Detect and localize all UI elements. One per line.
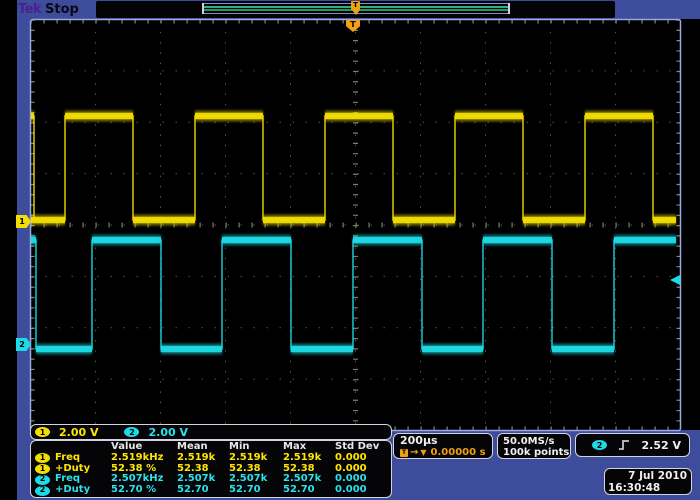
- measurement-mean: 52.70: [177, 485, 229, 496]
- measurement-value: 2.519kHz: [111, 453, 177, 464]
- delay-arrow-icon: →: [410, 447, 418, 459]
- channel-badge: 1: [35, 464, 50, 474]
- measurement-name: Freq: [55, 453, 80, 464]
- ch1-badge[interactable]: 1: [35, 427, 50, 437]
- ch1-scale-readout[interactable]: 2.00 V: [59, 426, 98, 439]
- channel-badge: 2: [35, 486, 50, 496]
- time-label: 16:30:48: [608, 482, 687, 494]
- sample-rate: 50.0MS/s: [503, 436, 570, 448]
- measurement-row: 1Freq2.519kHz2.519k2.519k2.519k0.000: [31, 453, 391, 464]
- trigger-level-arrow[interactable]: [670, 275, 680, 285]
- ch2-scale-readout[interactable]: 2.00 V: [148, 426, 187, 439]
- measurement-row: 2+Duty52.70 %52.7052.7052.700.000: [31, 485, 391, 496]
- trigger-slope-icon: [617, 438, 631, 452]
- measurement-value: 52.70 %: [111, 485, 177, 496]
- acquisition-readout[interactable]: 50.0MS/s 100k points: [497, 433, 571, 459]
- measurement-stddev: 0.000: [335, 485, 391, 496]
- trigger-level-value: 2.52 V: [642, 439, 681, 452]
- channel-badge: 2: [35, 475, 50, 485]
- record-length: 100k points: [503, 447, 570, 459]
- timebase-readout[interactable]: 200µs T → ▼ 0.00000 s: [393, 433, 493, 459]
- channel-scale-readout: 1 2.00 V 2 2.00 V: [30, 424, 392, 440]
- measurement-table: Value Mean Min Max Std Dev 1Freq2.519kHz…: [30, 440, 392, 498]
- trigger-t-icon: T: [400, 449, 408, 457]
- trigger-readout[interactable]: 2 2.52 V: [575, 433, 690, 457]
- ch2-badge[interactable]: 2: [124, 427, 139, 437]
- channel-badge: 1: [35, 453, 50, 463]
- trigger-source-badge: 2: [592, 440, 607, 450]
- measurement-min: 2.519k: [229, 453, 283, 464]
- measurement-min: 52.70: [229, 485, 283, 496]
- horizontal-position-readout: T → ▼ 0.00000 s: [400, 447, 492, 459]
- horizontal-position-value: 0.00000 s: [431, 447, 486, 459]
- measurement-max: 52.70: [283, 485, 335, 496]
- timebase-scale: 200µs: [400, 435, 492, 447]
- delay-marker-icon: ▼: [420, 447, 426, 459]
- date-label: 7 Jul 2010: [608, 470, 687, 482]
- measurement-max: 2.519k: [283, 453, 335, 464]
- measurement-mean: 2.519k: [177, 453, 229, 464]
- datetime-readout: 7 Jul 2010 16:30:48: [604, 468, 692, 495]
- measurement-name: +Duty: [55, 485, 90, 496]
- measurement-stddev: 0.000: [335, 453, 391, 464]
